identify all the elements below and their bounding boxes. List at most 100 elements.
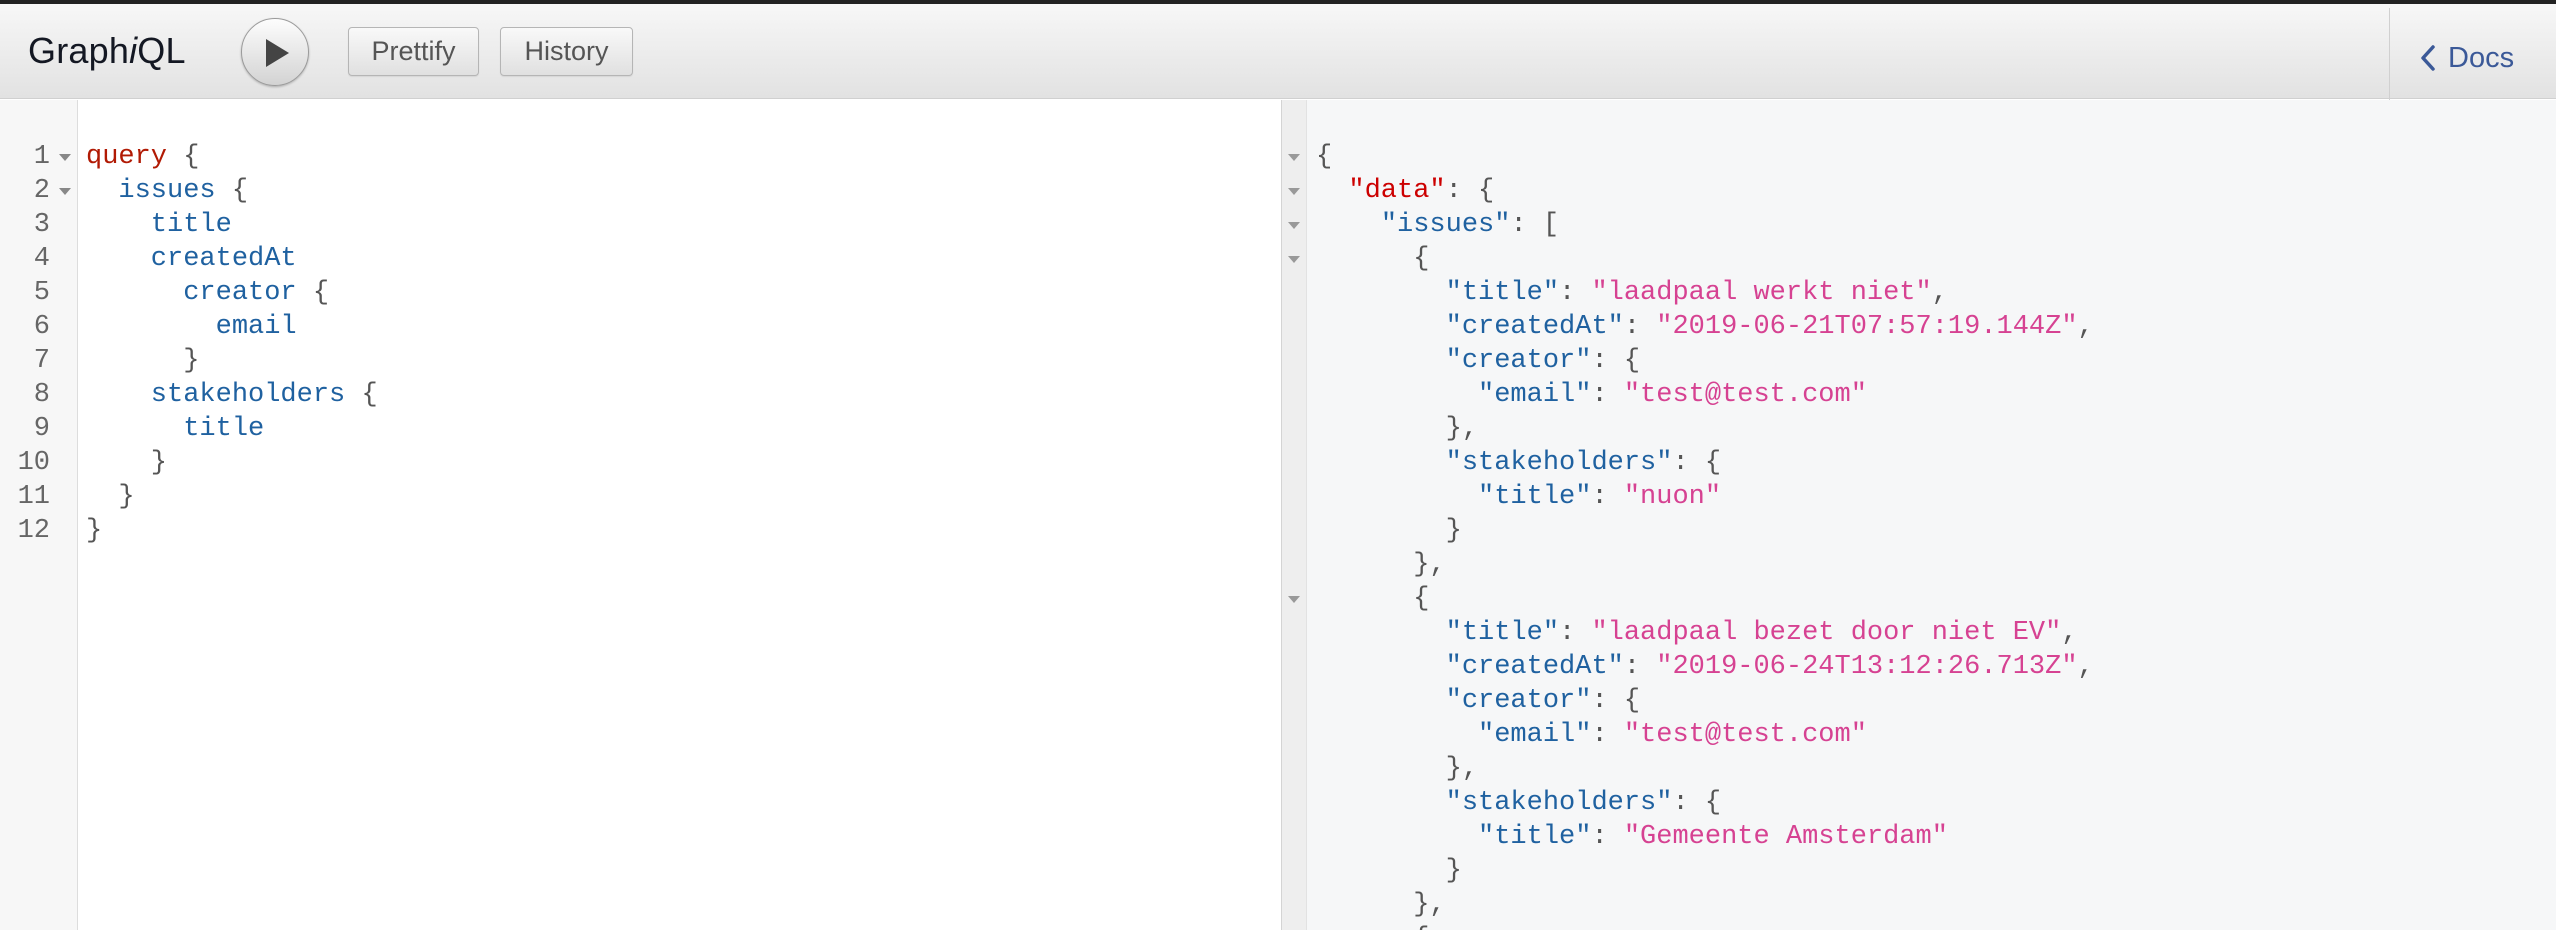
- line-number: 1: [33, 142, 50, 172]
- code-token: },: [1316, 754, 1479, 784]
- code-token: }: [86, 346, 200, 376]
- code-token: {: [1316, 244, 1430, 274]
- query-editor[interactable]: 1 query {2 issues {3 title 4 createdAt 5 cr…: [0, 100, 1281, 930]
- fold-arrow-icon[interactable]: [1287, 582, 1301, 616]
- line-number: 10: [17, 448, 50, 478]
- fold-arrow-icon[interactable]: [1287, 208, 1301, 242]
- code-line[interactable]: query {: [86, 140, 199, 174]
- docs-label: Docs: [2448, 41, 2515, 74]
- code-token: "Gemeente Amsterdam": [1623, 822, 1948, 852]
- result-line: }: [1316, 514, 1462, 548]
- code-token: "test@test.com": [1623, 720, 1867, 750]
- fold-arrow-icon[interactable]: [58, 140, 72, 174]
- prettify-button[interactable]: Prettify: [348, 27, 479, 76]
- history-button[interactable]: History: [500, 27, 633, 76]
- code-token: :: [1559, 278, 1592, 308]
- result-line: "creator": {: [1316, 684, 1640, 718]
- code-token: }: [86, 482, 135, 512]
- code-token: : {: [1445, 176, 1495, 206]
- code-token: },: [1316, 414, 1479, 444]
- line-number: 6: [33, 312, 50, 342]
- code-token: query: [86, 142, 168, 172]
- result-line: },: [1316, 752, 1478, 786]
- result-line: "title": "nuon": [1316, 480, 1721, 514]
- code-token: "title": [1478, 822, 1592, 852]
- code-token: {: [1316, 142, 1333, 172]
- code-token: "title": [1445, 278, 1560, 308]
- code-token: ,: [2077, 312, 2094, 342]
- result-line: },: [1316, 548, 1446, 582]
- code-line[interactable]: title: [86, 208, 232, 242]
- result-line: "createdAt": "2019-06-24T13:12:26.713Z",: [1316, 650, 2094, 684]
- code-token: : {: [1672, 788, 1722, 818]
- code-line[interactable]: title: [86, 412, 264, 446]
- code-token: },: [1316, 890, 1446, 920]
- fold-arrow-icon[interactable]: [58, 174, 72, 208]
- code-line[interactable]: }: [86, 514, 102, 548]
- logo-suffix: QL: [137, 30, 186, 71]
- result-line: "stakeholders": {: [1316, 786, 1721, 820]
- code-token: "nuon": [1623, 482, 1722, 512]
- result-line: },: [1316, 888, 1446, 922]
- code-token: "2019-06-21T07:57:19.144Z": [1656, 312, 2078, 342]
- line-number: 9: [33, 414, 50, 444]
- result-line: "email": "test@test.com": [1316, 378, 1867, 412]
- code-token: "issues": [1380, 210, 1511, 240]
- line-number: 5: [33, 278, 50, 308]
- app-logo: GraphiQL: [28, 30, 186, 72]
- result-line: {: [1316, 140, 1332, 174]
- result-line: "creator": {: [1316, 344, 1640, 378]
- fold-arrow-icon[interactable]: [1287, 140, 1301, 174]
- code-line[interactable]: stakeholders {: [86, 378, 378, 412]
- code-line[interactable]: createdAt: [86, 242, 297, 276]
- code-token: {: [296, 278, 330, 308]
- code-line[interactable]: }: [86, 480, 135, 514]
- code-token: "stakeholders": [1445, 448, 1673, 478]
- code-line[interactable]: creator {: [86, 276, 329, 310]
- code-token: :: [1591, 822, 1624, 852]
- fold-arrow-icon[interactable]: [1287, 242, 1301, 276]
- code-token: "laadpaal bezet door niet EV": [1591, 618, 2062, 648]
- code-line[interactable]: }: [86, 446, 167, 480]
- line-number: 8: [33, 380, 50, 410]
- result-line: "stakeholders": {: [1316, 446, 1721, 480]
- code-token: ,: [2061, 618, 2078, 648]
- result-line: "createdAt": "2019-06-21T07:57:19.144Z",: [1316, 310, 2094, 344]
- docs-button[interactable]: Docs: [2420, 38, 2514, 78]
- code-line[interactable]: }: [86, 344, 199, 378]
- toolbar: GraphiQL Prettify History Docs: [0, 4, 2556, 103]
- fold-arrow-icon[interactable]: [1287, 174, 1301, 208]
- code-token: }: [1316, 516, 1462, 546]
- code-token: "laadpaal werkt niet": [1591, 278, 1932, 308]
- code-token: "title": [1445, 618, 1560, 648]
- result-line: {: [1316, 582, 1429, 616]
- code-token: }: [86, 516, 103, 546]
- line-number: 2: [33, 176, 50, 206]
- line-number: 11: [17, 482, 50, 512]
- code-token: }: [1316, 856, 1462, 886]
- code-token: title: [86, 414, 265, 444]
- code-token: {: [1316, 584, 1430, 614]
- code-token: "data": [1348, 176, 1446, 206]
- code-token: },: [1316, 550, 1446, 580]
- code-token: "2019-06-24T13:12:26.713Z": [1656, 652, 2078, 682]
- code-token: "createdAt": [1445, 652, 1624, 682]
- code-line[interactable]: issues {: [86, 174, 248, 208]
- code-token: :: [1559, 618, 1592, 648]
- code-line[interactable]: email: [86, 310, 297, 344]
- code-token: "email": [1478, 720, 1592, 750]
- code-token: issues: [86, 176, 216, 206]
- code-token: ,: [1931, 278, 1948, 308]
- logo-prefix: Graph: [28, 30, 130, 71]
- code-token: "title": [1478, 482, 1592, 512]
- execute-query-button[interactable]: [241, 18, 309, 86]
- code-token: "creator": [1445, 686, 1592, 716]
